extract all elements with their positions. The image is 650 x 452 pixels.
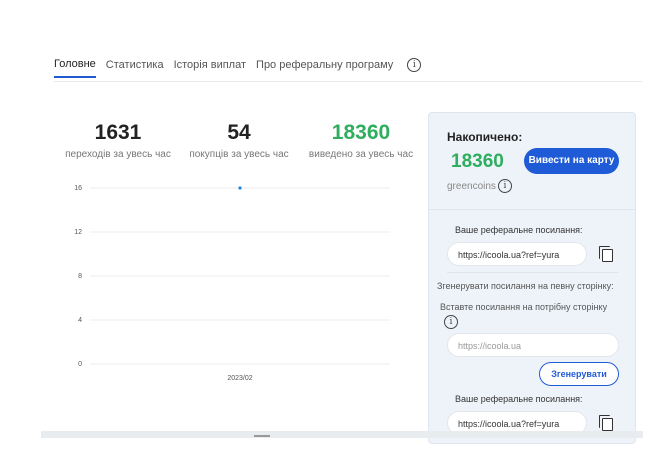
referral-link-label-2: Ваше реферальне посилання: xyxy=(455,394,583,404)
tabs-divider xyxy=(54,81,642,82)
info-icon[interactable]: i xyxy=(497,179,512,193)
accumulated-amount: 18360 xyxy=(451,151,504,172)
chart-y-tick-label: 8 xyxy=(78,273,82,280)
panel-divider xyxy=(429,209,635,210)
stat-withdrawn-label: виведено за увесь час xyxy=(308,149,414,160)
stat-withdrawn-value: 18360 xyxy=(331,121,391,144)
generate-divider xyxy=(447,272,619,273)
scrollbar-thumb[interactable] xyxy=(254,435,270,437)
chart-y-tick-label: 0 xyxy=(78,361,82,368)
tab-referral-program[interactable]: Про реферальну програму xyxy=(256,59,393,77)
page-url-input[interactable]: https://icoola.ua xyxy=(447,333,619,357)
stat-buyers-label: покупців за увесь час xyxy=(189,149,289,160)
currency-text: greencoins xyxy=(447,180,496,192)
chart-x-tick-label: 2023/02 xyxy=(227,375,252,382)
withdraw-to-card-button[interactable]: Вивести на карту xyxy=(524,148,619,174)
chart-y-tick-label: 4 xyxy=(78,317,82,324)
tab-payout-history[interactable]: Історія виплат xyxy=(174,59,246,77)
chart-y-tick-label: 16 xyxy=(74,185,82,192)
stat-clicks-label: переходів за увесь час xyxy=(65,149,171,160)
stat-clicks: 1631 переходів за увесь час xyxy=(60,121,176,160)
tab-statistics[interactable]: Статистика xyxy=(106,59,164,77)
copy-icon[interactable] xyxy=(599,246,613,262)
chart-y-tick-label: 12 xyxy=(74,229,82,236)
stat-clicks-value: 1631 xyxy=(94,121,142,144)
referral-link-label: Ваше реферальне посилання: xyxy=(455,225,583,235)
tab-main[interactable]: Головне xyxy=(54,58,96,78)
tab-bar: Головне Статистика Історія виплат Про ре… xyxy=(54,58,422,78)
generate-button[interactable]: Згенерувати xyxy=(539,362,619,386)
referral-chart: 0 4 8 12 16 2023/02 xyxy=(74,185,390,382)
generate-heading: Згенерувати посилання на певну сторінку: xyxy=(437,281,614,291)
balance-panel: Накопичено: 18360 greencoins i Вивести н… xyxy=(428,112,636,444)
horizontal-scrollbar[interactable] xyxy=(41,431,643,438)
stat-buyers-value: 54 xyxy=(227,121,251,144)
stat-withdrawn: 18360 виведено за увесь час xyxy=(302,121,420,160)
info-icon[interactable]: i xyxy=(444,315,458,329)
copy-icon[interactable] xyxy=(599,415,613,431)
referral-link-field[interactable]: https://icoola.ua?ref=yura xyxy=(447,242,587,266)
stat-buyers: 54 покупців за увесь час xyxy=(184,121,294,160)
info-icon[interactable]: i xyxy=(407,58,422,72)
currency-label: greencoins i xyxy=(447,179,512,193)
insert-url-label: Вставте посилання на потрібну сторінку xyxy=(440,302,608,312)
chart-data-point xyxy=(238,186,242,190)
accumulated-title: Накопичено: xyxy=(447,130,523,144)
